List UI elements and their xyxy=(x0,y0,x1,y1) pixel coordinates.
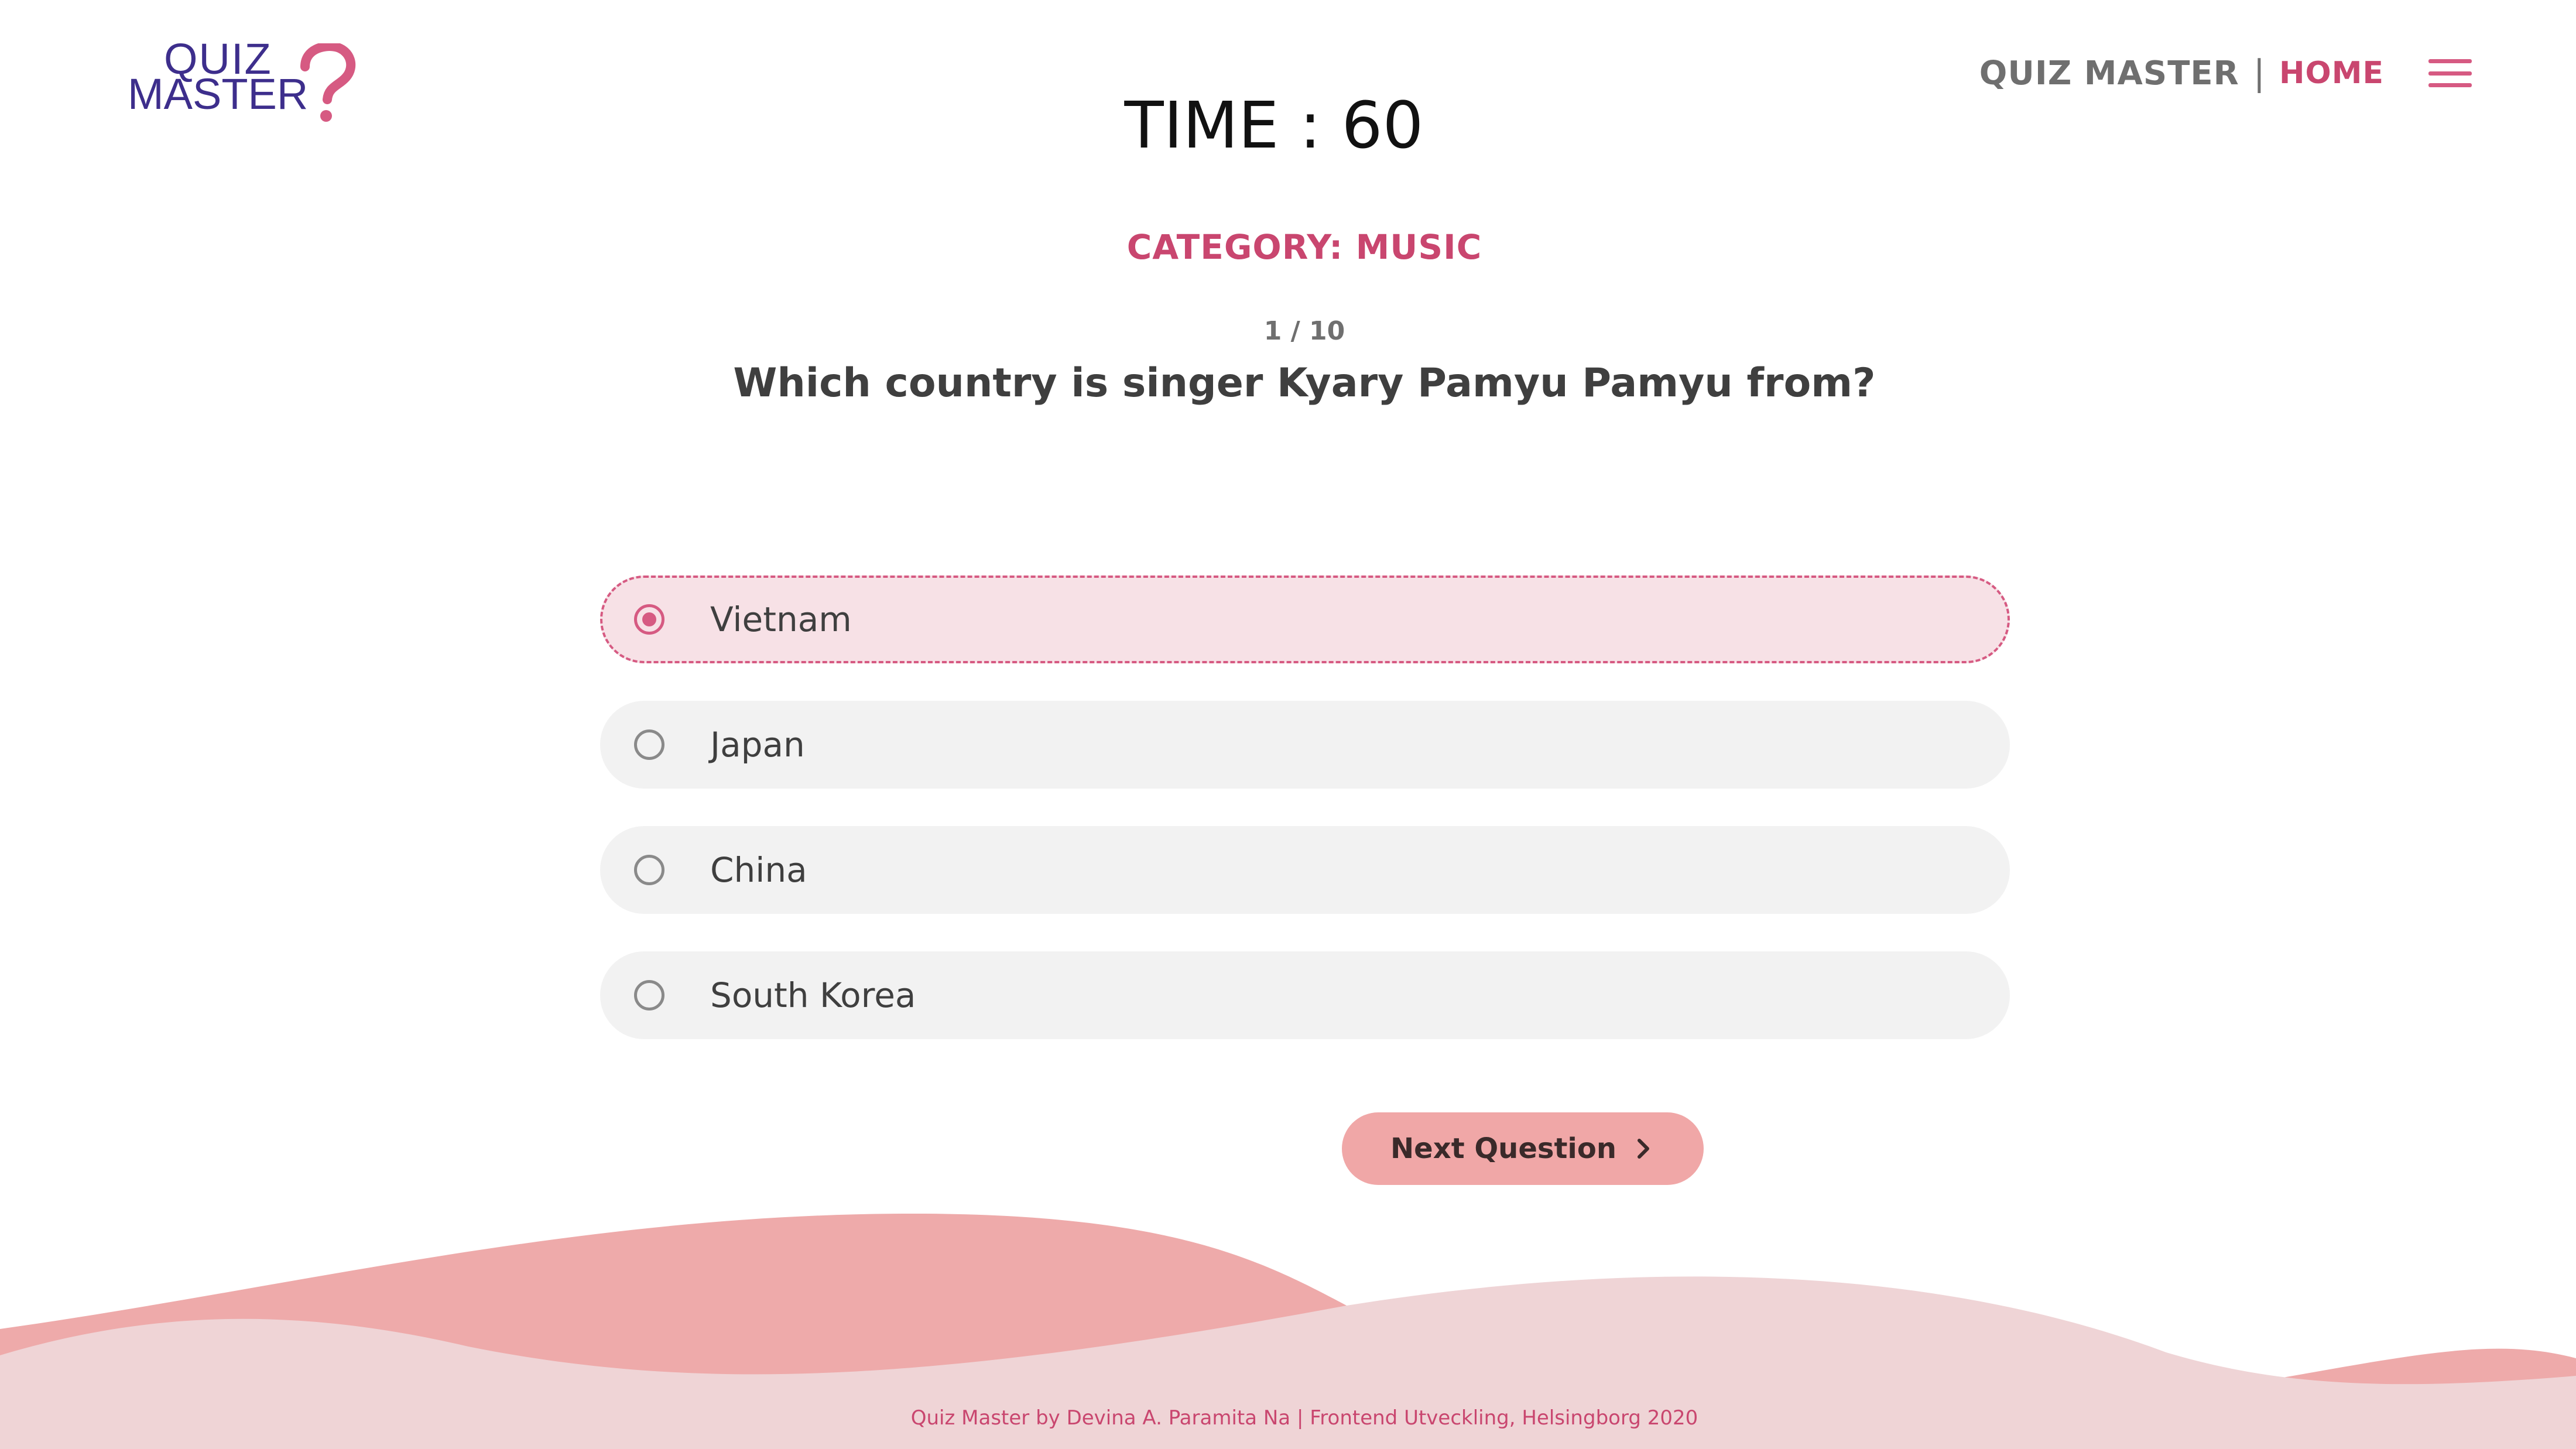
answer-option[interactable]: Vietnam xyxy=(600,576,2010,663)
hamburger-line xyxy=(2428,59,2472,63)
question-counter: 1 / 10 xyxy=(1263,316,1345,346)
next-question-label: Next Question xyxy=(1390,1132,1616,1165)
answer-option[interactable]: China xyxy=(600,826,2010,914)
nav-home-link[interactable]: HOME xyxy=(2279,56,2384,91)
question-text: Which country is singer Kyary Pamyu Pamy… xyxy=(733,360,1876,406)
radio-icon[interactable] xyxy=(634,729,664,760)
hamburger-line xyxy=(2428,71,2472,76)
radio-icon[interactable] xyxy=(634,980,664,1010)
answer-option[interactable]: Japan xyxy=(600,701,2010,789)
answer-label: South Korea xyxy=(710,975,916,1015)
next-question-button[interactable]: Next Question xyxy=(1342,1112,1704,1185)
answer-label: Vietnam xyxy=(710,600,852,639)
answer-label: Japan xyxy=(710,725,805,765)
radio-selected-icon[interactable] xyxy=(634,604,664,635)
radio-icon[interactable] xyxy=(634,855,664,885)
chevron-right-icon xyxy=(1638,1139,1649,1159)
answer-option[interactable]: South Korea xyxy=(600,951,2010,1039)
hamburger-menu-icon[interactable] xyxy=(2428,59,2472,87)
footer-credit: Quiz Master by Devina A. Paramita Na | F… xyxy=(910,1406,1698,1430)
answer-label: China xyxy=(710,850,807,890)
answer-options: Vietnam Japan China South Korea xyxy=(600,576,2010,1077)
hamburger-line xyxy=(2428,83,2472,87)
category-title: CATEGORY: MUSIC xyxy=(1126,227,1482,267)
timer: TIME : 60 xyxy=(1124,88,1424,163)
nav-site-name[interactable]: QUIZ MASTER xyxy=(1979,54,2239,93)
